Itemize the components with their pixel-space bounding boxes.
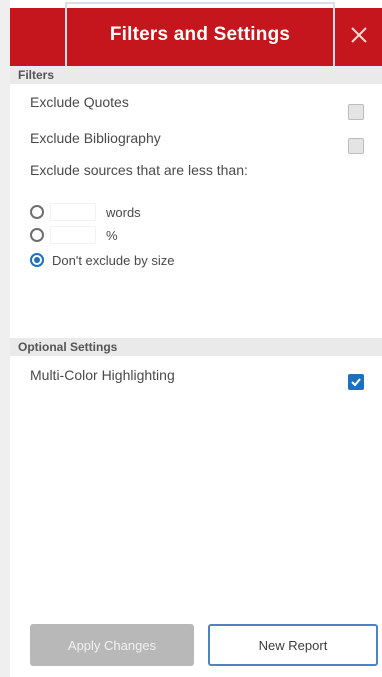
apply-changes-button[interactable]: Apply Changes (30, 624, 194, 666)
header-title-box: Filters and Settings (65, 2, 335, 68)
filters-section-header: Filters (10, 66, 382, 84)
dont-exclude-by-size-option: Don't exclude by size (30, 250, 174, 270)
dont-exclude-by-size-radio[interactable] (30, 253, 44, 267)
panel-title: Filters and Settings (109, 24, 291, 45)
percent-unit-label: % (106, 227, 118, 243)
close-button[interactable] (344, 20, 374, 50)
filters-settings-panel: Filters and Settings Filters Exclude Quo… (0, 0, 382, 677)
exclude-quotes-checkbox[interactable] (348, 104, 364, 120)
percent-input[interactable] (50, 226, 96, 244)
multi-color-highlighting-label: Multi-Color Highlighting (30, 367, 175, 383)
exclude-bibliography-checkbox[interactable] (348, 138, 364, 154)
exclude-by-percent-option: % (30, 225, 118, 245)
exclude-by-words-option: words (30, 202, 141, 222)
close-icon (351, 27, 367, 43)
exclude-by-percent-radio[interactable] (30, 228, 44, 242)
multi-color-highlighting-checkbox[interactable] (348, 374, 364, 390)
panel-header: Filters and Settings (10, 2, 382, 68)
exclude-quotes-label: Exclude Quotes (30, 94, 129, 110)
new-report-button[interactable]: New Report (208, 624, 378, 666)
words-unit-label: words (106, 204, 141, 220)
words-count-input[interactable] (50, 203, 96, 221)
exclude-small-sources-label: Exclude sources that are less than: (30, 162, 248, 178)
optional-settings-section-header: Optional Settings (10, 338, 382, 356)
exclude-bibliography-label: Exclude Bibliography (30, 130, 161, 146)
dont-exclude-by-size-label: Don't exclude by size (52, 252, 175, 268)
exclude-by-words-radio[interactable] (30, 205, 44, 219)
checkmark-icon (351, 378, 361, 387)
radio-selected-dot (34, 257, 40, 263)
